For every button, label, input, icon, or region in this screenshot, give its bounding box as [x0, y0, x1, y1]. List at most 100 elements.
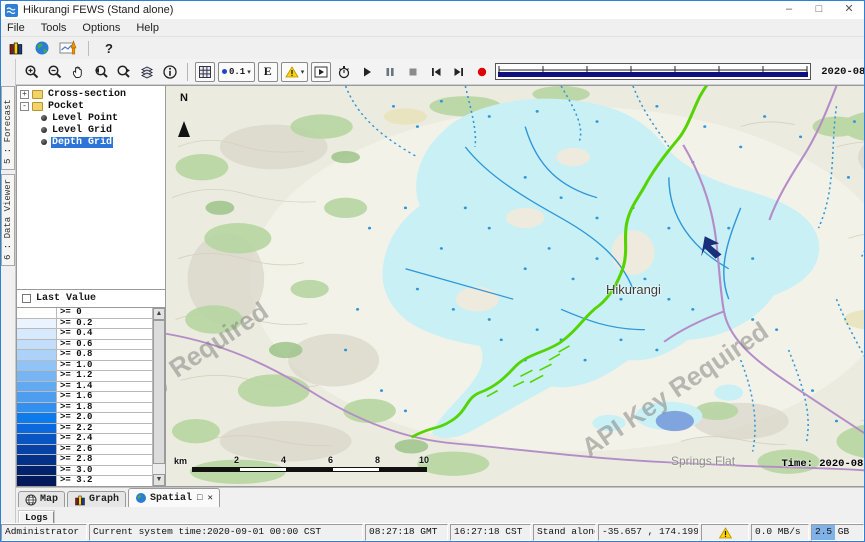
zoom-in-icon[interactable] [22, 62, 42, 82]
north-label: N [176, 92, 192, 104]
tree-item[interactable]: Level Grid [17, 124, 165, 136]
menu-help[interactable]: Help [136, 22, 159, 34]
legend-label: >= 2.6 [57, 445, 152, 455]
info-icon[interactable] [160, 62, 180, 82]
tree-expander[interactable]: - [20, 102, 29, 111]
layers-icon[interactable] [137, 62, 157, 82]
tree-node-label: Level Grid [51, 125, 113, 136]
chevron-down-icon: ▾ [247, 68, 251, 76]
stop-icon[interactable] [403, 62, 423, 82]
legend-swatch [17, 371, 57, 381]
tree-node-icon [41, 115, 47, 121]
menu-tools[interactable]: Tools [41, 22, 67, 34]
spatial-display-icon[interactable] [59, 40, 77, 56]
zoom-next-icon[interactable] [114, 62, 134, 82]
legend-swatch [17, 466, 57, 476]
legend-swatch [17, 455, 57, 465]
tab-data-viewer[interactable]: 6 : Data Viewer [1, 174, 15, 266]
map-display-icon[interactable] [33, 40, 51, 56]
legend-row[interactable]: >= 0.4 [17, 329, 152, 340]
timeline-range-bar[interactable] [498, 72, 808, 77]
menu-options[interactable]: Options [82, 22, 120, 34]
movie-export-button[interactable] [311, 62, 331, 82]
chevron-down-icon: ▾ [301, 68, 305, 76]
legend-label: >= 1.0 [57, 361, 152, 371]
legend-swatch [17, 392, 57, 402]
legend-scrollbar[interactable]: ▲ ▼ [152, 308, 165, 486]
status-coordinates: -35.657 , 174.199 [598, 524, 699, 541]
scale-tick: 2 [234, 455, 239, 465]
legend-row[interactable]: >= 1.2 [17, 371, 152, 382]
legend-label: >= 0.6 [57, 340, 152, 350]
legend-row[interactable]: >= 3.2 [17, 476, 152, 486]
menu-bar: File Tools Options Help [1, 19, 864, 37]
status-network-rate: 0.0 MB/s [751, 524, 809, 541]
status-gmt-time: 08:27:18 GMT [365, 524, 448, 541]
step-forward-icon[interactable] [449, 62, 469, 82]
pause-icon[interactable] [380, 62, 400, 82]
zoom-previous-icon[interactable] [91, 62, 111, 82]
tab-restore-icon[interactable]: □ [197, 493, 202, 503]
title-bar: Hikurangi FEWS (Stand alone) – □ ✕ [1, 1, 864, 19]
close-button[interactable]: ✕ [834, 1, 864, 19]
tree-item[interactable]: - Pocket [17, 100, 165, 112]
scale-tick: 6 [328, 455, 333, 465]
warning-icon [285, 66, 299, 78]
data-display-icon[interactable] [7, 40, 25, 56]
pan-icon[interactable] [68, 62, 88, 82]
maximize-button[interactable]: □ [804, 1, 834, 19]
legend-label: >= 2.8 [57, 455, 152, 465]
status-local-time: 16:27:18 CST [450, 524, 531, 541]
scale-bar-segments [192, 467, 427, 472]
legend-swatch [17, 424, 57, 434]
globe-icon [135, 492, 147, 504]
timeline-date: 2020-08-25 00:00:00 CST [821, 66, 865, 78]
legend-row[interactable]: >= 2.8 [17, 455, 152, 466]
help-icon[interactable]: ? [100, 40, 118, 56]
map-view[interactable]: API Key Required API Key Required N Hiku… [166, 85, 865, 487]
tab-forecast[interactable]: 5 : Forecast [1, 86, 15, 170]
status-warning-cell[interactable] [701, 524, 749, 541]
map-toolbar: 0.1 ▾ E ▾ [16, 59, 865, 85]
tree-node-icon [41, 139, 47, 145]
zoom-out-icon[interactable] [45, 62, 65, 82]
north-arrow: N [176, 92, 192, 122]
legend-label: >= 0 [57, 308, 152, 318]
tab-map[interactable]: Map [18, 491, 65, 507]
legend-label: >= 0.2 [57, 319, 152, 329]
legend-row[interactable]: >= 0 [17, 308, 152, 319]
menu-file[interactable]: File [7, 22, 25, 34]
tree-item[interactable]: + Cross-section [17, 88, 165, 100]
legend-swatch [17, 308, 57, 318]
grid-toggle-button[interactable] [195, 62, 215, 82]
legend-toggle-button[interactable]: E [258, 62, 278, 82]
legend-row[interactable]: >= 2.0 [17, 413, 152, 424]
legend-swatch [17, 329, 57, 339]
play-icon[interactable] [357, 62, 377, 82]
tab-spatial-label: Spatial [150, 493, 192, 504]
legend-label: >= 0.8 [57, 350, 152, 360]
timeline-slider[interactable] [495, 63, 811, 80]
legend-rows: >= 0 >= 0.2 >= 0.4 [17, 308, 152, 486]
legend-row[interactable]: >= 1.6 [17, 392, 152, 403]
record-icon[interactable] [472, 62, 492, 82]
legend-row[interactable]: >= 2.4 [17, 434, 152, 445]
step-backward-icon[interactable] [426, 62, 446, 82]
legend-panel: >= 0 >= 0.2 >= 0.4 [16, 308, 166, 487]
legend-label: >= 1.8 [57, 403, 152, 413]
tab-spatial[interactable]: Spatial □ ✕ [128, 488, 220, 507]
tree-item[interactable]: Level Point [17, 112, 165, 124]
minimize-button[interactable]: – [774, 1, 804, 19]
contour-interval-dropdown[interactable]: 0.1 ▾ [218, 62, 255, 82]
legend-row[interactable]: >= 0.8 [17, 350, 152, 361]
scrollbar-thumb[interactable] [153, 320, 165, 464]
tab-close-icon[interactable]: ✕ [207, 493, 212, 503]
tab-graph[interactable]: Graph [67, 491, 126, 507]
last-value-checkbox[interactable] [22, 294, 31, 303]
animation-settings-icon[interactable] [334, 62, 354, 82]
warning-dropdown[interactable]: ▾ [281, 62, 309, 82]
scroll-up-icon[interactable]: ▲ [153, 308, 165, 320]
tree-expander[interactable]: + [20, 90, 29, 99]
scroll-down-icon[interactable]: ▼ [153, 474, 165, 486]
tree-item[interactable]: Depth Grid [17, 136, 165, 148]
